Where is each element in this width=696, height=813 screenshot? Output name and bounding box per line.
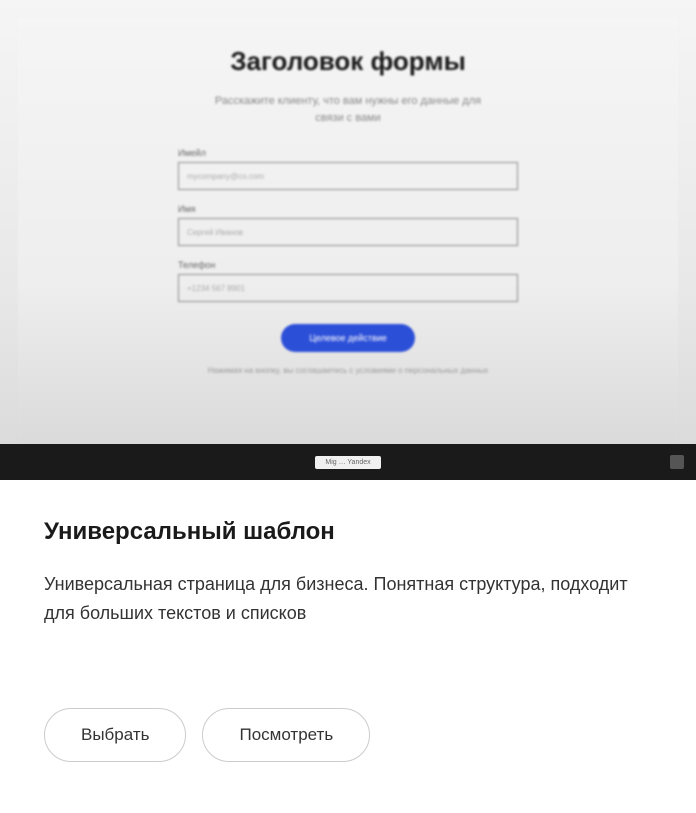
form-field-name: Имя [178,204,518,246]
preview-content: Заголовок формы Расскажите клиенту, что … [18,18,678,462]
field-label: Телефон [178,260,518,270]
template-info: Универсальный шаблон Универсальная стран… [0,480,696,792]
preview-bottom-bar: Mig … Yandex [0,444,696,480]
form-field-phone: Телефон [178,260,518,302]
template-description: Универсальная страница для бизнеса. Поня… [44,570,652,628]
email-input [178,162,518,190]
form-field-email: Имейл [178,148,518,190]
form-title: Заголовок формы [230,46,466,77]
form-submit-button: Целевое действие [281,324,415,352]
view-button[interactable]: Посмотреть [202,708,370,762]
select-button[interactable]: Выбрать [44,708,186,762]
form-footnote: Нажимая на кнопку, вы соглашаетесь с усл… [208,366,488,375]
name-input [178,218,518,246]
phone-input [178,274,518,302]
action-buttons: Выбрать Посмотреть [44,708,652,762]
form-subtitle: Расскажите клиенту, что вам нужны его да… [208,93,488,126]
expand-icon [670,455,684,469]
template-card: Заголовок формы Расскажите клиенту, что … [0,0,696,792]
field-label: Имя [178,204,518,214]
template-preview: Заголовок формы Расскажите клиенту, что … [0,0,696,480]
template-title: Универсальный шаблон [44,518,652,546]
field-label: Имейл [178,148,518,158]
preview-badge: Mig … Yandex [315,456,380,469]
